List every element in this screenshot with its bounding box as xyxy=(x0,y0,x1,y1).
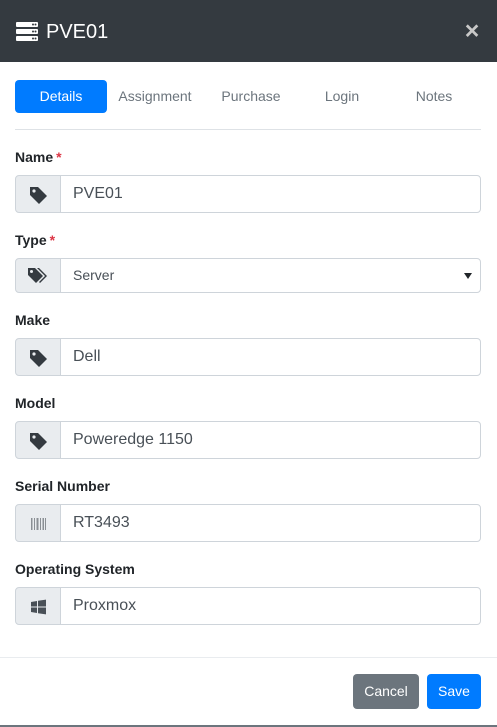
model-label: Model xyxy=(15,395,56,411)
tab-notes[interactable]: Notes xyxy=(387,80,481,113)
type-select[interactable]: Server xyxy=(60,258,481,293)
serial-number-field[interactable]: RT3493 xyxy=(60,504,481,542)
tab-purchase[interactable]: Purchase xyxy=(205,80,297,113)
os-input-group: Proxmox xyxy=(15,587,481,625)
model-addon xyxy=(15,421,61,459)
name-label-text: Name xyxy=(15,149,54,165)
type-label-text: Type xyxy=(15,232,47,248)
tag-icon xyxy=(30,350,47,367)
tabs-divider xyxy=(15,129,481,130)
windows-icon xyxy=(31,599,46,615)
tab-assignment[interactable]: Assignment xyxy=(111,80,199,113)
chevron-down-icon[interactable] xyxy=(464,273,472,279)
tag-icon xyxy=(30,187,47,204)
modal-title: PVE01 xyxy=(46,21,109,43)
required-marker: * xyxy=(56,149,62,165)
tab-login[interactable]: Login xyxy=(299,80,385,113)
asset-modal: PVE01 × Details Assignment Purchase Logi… xyxy=(0,0,497,727)
name-addon xyxy=(15,175,61,213)
tags-icon xyxy=(28,268,47,283)
modal-header: PVE01 × xyxy=(0,0,497,62)
tab-details[interactable]: Details xyxy=(15,80,107,113)
serial-addon xyxy=(15,504,61,542)
cancel-button[interactable]: Cancel xyxy=(353,674,419,709)
name-field[interactable]: PVE01 xyxy=(60,175,481,213)
type-input-group: Server xyxy=(15,258,481,293)
os-addon xyxy=(15,587,61,625)
name-input-group: PVE01 xyxy=(15,175,481,213)
tag-icon xyxy=(30,433,47,450)
server-icon xyxy=(16,22,38,41)
barcode-icon xyxy=(31,518,46,530)
serial-number-label: Serial Number xyxy=(15,478,110,494)
tab-bar: Details Assignment Purchase Login Notes xyxy=(15,80,481,113)
make-addon xyxy=(15,338,61,376)
make-input-group: Dell xyxy=(15,338,481,376)
close-icon[interactable]: × xyxy=(462,19,482,44)
make-label: Make xyxy=(15,312,51,328)
operating-system-label: Operating System xyxy=(15,561,135,577)
operating-system-field[interactable]: Proxmox xyxy=(60,587,481,625)
serial-input-group: RT3493 xyxy=(15,504,481,542)
required-marker: * xyxy=(49,232,56,248)
save-button[interactable]: Save xyxy=(427,674,481,709)
name-label: Name * xyxy=(15,149,62,165)
model-field[interactable]: Poweredge 1150 xyxy=(60,421,481,459)
type-addon xyxy=(15,258,61,293)
make-field[interactable]: Dell xyxy=(60,338,481,376)
footer-divider xyxy=(0,657,497,658)
model-input-group: Poweredge 1150 xyxy=(15,421,481,459)
type-label: Type * xyxy=(15,232,55,248)
